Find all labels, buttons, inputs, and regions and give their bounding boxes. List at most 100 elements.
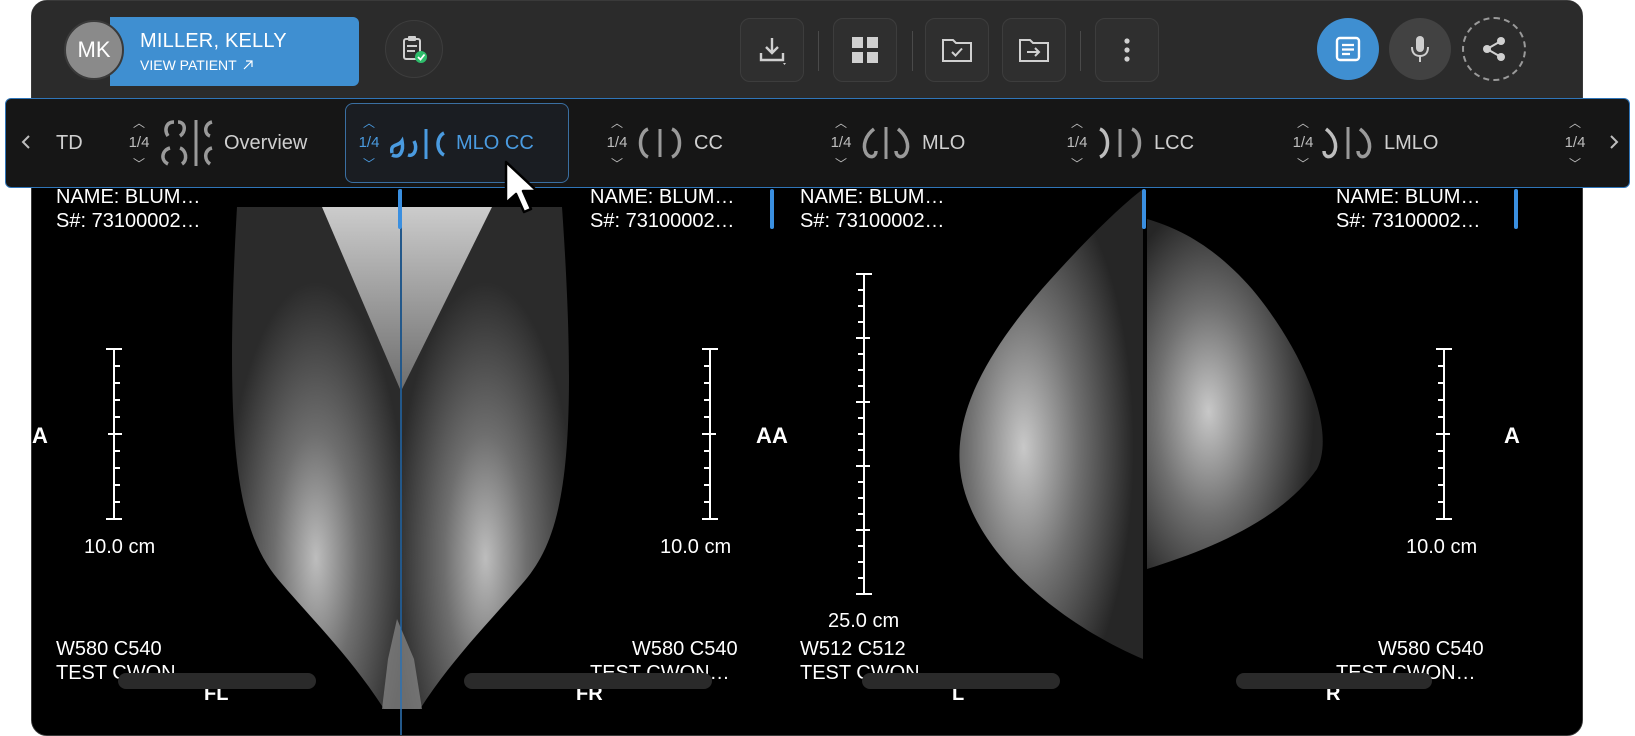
microphone-button[interactable] (1389, 18, 1451, 80)
scale-ruler (106, 348, 122, 520)
chevron-down-icon[interactable]: ﹀ (1297, 155, 1309, 172)
view-stepper[interactable]: ︿ 1/4 ﹀ (352, 99, 386, 187)
pane-patient-name: NAME: BLUM… (56, 186, 201, 208)
frame-scroll-handle[interactable] (1236, 673, 1432, 689)
pane-scale-label: 25.0 cm (828, 610, 900, 632)
frame-scroll-handle[interactable] (862, 673, 1060, 689)
pane-series-number: S#: 73100002… (56, 210, 201, 232)
pane-scrollbar[interactable] (1514, 189, 1518, 229)
microphone-icon (1411, 36, 1429, 62)
view-item-mlo[interactable]: ︿ 1/4 ﹀ MLO (824, 99, 966, 187)
external-link-icon (243, 60, 253, 70)
next-view-button[interactable] (1604, 129, 1624, 155)
pane-window-level: W580 C540 (56, 638, 162, 660)
folder-check-icon (942, 39, 972, 62)
view-stepper[interactable]: ︿ 1/4 ﹀ (1286, 99, 1320, 187)
frame-scroll-handle[interactable] (464, 673, 712, 689)
patient-card[interactable]: MILLER, KELLY VIEW PATIENT (110, 17, 359, 86)
pane-scale-label: 10.0 cm (84, 536, 156, 558)
pane-scale-label: 10.0 cm (660, 536, 732, 558)
download-icon (759, 38, 786, 65)
pane-series-number: S#: 73100002… (1336, 210, 1481, 232)
divider (818, 31, 819, 71)
view-stepper[interactable]: ︿ 1/4 ﹀ (600, 99, 634, 187)
frame-scroll-handle[interactable] (118, 673, 316, 689)
folder-arrow-icon (1019, 39, 1049, 62)
chevron-up-icon[interactable]: ︿ (1071, 114, 1083, 131)
pane-scrollbar[interactable] (770, 189, 774, 229)
view-item-td[interactable]: TD (48, 99, 83, 187)
share-button[interactable] (1462, 17, 1526, 81)
chevron-down-icon[interactable]: ﹀ (363, 155, 375, 172)
lmlo-layout-icon (1322, 127, 1372, 159)
prev-view-button[interactable] (16, 129, 36, 155)
folder-check-button[interactable] (925, 18, 989, 82)
scale-ruler (1436, 348, 1452, 520)
chevron-down-icon[interactable]: ﹀ (611, 155, 623, 172)
report-button[interactable] (1317, 18, 1379, 80)
pane-patient-name: NAME: BLUM… (1336, 186, 1481, 208)
image-viewer[interactable]: NAME: BLUM… S#: 73100002… 10.0 cm W580 C… (32, 186, 1582, 735)
more-button[interactable] (1095, 18, 1159, 82)
pane-window-level: W580 C540 (1378, 638, 1484, 660)
more-vertical-icon (1124, 38, 1130, 62)
clipboard-check-button[interactable] (385, 20, 443, 78)
mlo-cc-layout-icon (389, 129, 446, 159)
chevron-up-icon[interactable]: ︿ (363, 114, 375, 131)
pane-series-number: S#: 73100002… (800, 210, 945, 232)
pane-patient-name: NAME: BLUM… (590, 186, 735, 208)
pane-scrollbar[interactable] (1142, 189, 1146, 229)
chevron-down-icon[interactable]: ﹀ (1071, 155, 1083, 172)
chevron-right-icon (1610, 135, 1619, 149)
share-icon (1483, 37, 1505, 61)
chevron-down-icon[interactable]: ﹀ (1569, 155, 1581, 172)
view-item-lmlo[interactable]: ︿ 1/4 ﹀ LMLO (1286, 99, 1439, 187)
chevron-down-icon[interactable]: ﹀ (835, 155, 847, 172)
mouse-cursor-icon (504, 160, 539, 214)
patient-name: MILLER, KELLY (140, 30, 287, 52)
view-stepper[interactable]: ︿ 1/4 ﹀ (1060, 99, 1094, 187)
pane-orientation-label: A (32, 423, 48, 448)
view-item-lcc[interactable]: ︿ 1/4 ﹀ LCC (1060, 99, 1194, 187)
pane-window-level: W512 C512 (800, 638, 906, 660)
mammogram-r (1147, 219, 1323, 569)
pane-orientation-label: A (772, 423, 788, 448)
view-stepper[interactable]: ︿ 1/4 ﹀ (122, 99, 156, 187)
chevron-up-icon[interactable]: ︿ (611, 114, 623, 131)
pane-series-number: S#: 73100002… (590, 210, 735, 232)
chevron-down-icon[interactable]: ﹀ (133, 155, 145, 172)
hanging-protocol-bar: TD ︿ 1/4 ﹀ Overview ︿ 1/4 ﹀ MLO CC ︿ 1/4… (5, 98, 1630, 188)
divider (912, 31, 913, 71)
grid-layout-icon (852, 37, 878, 63)
chevron-up-icon[interactable]: ︿ (1297, 114, 1309, 131)
mammogram-l (959, 189, 1143, 659)
chevron-up-icon[interactable]: ︿ (133, 114, 145, 131)
clipboard-check-icon (403, 36, 427, 63)
pane-scrollbar[interactable] (398, 189, 402, 229)
top-toolbar: MILLER, KELLY VIEW PATIENT MK (32, 1, 1582, 99)
chevron-up-icon[interactable]: ︿ (1569, 114, 1581, 131)
avatar[interactable]: MK (64, 20, 124, 80)
view-item-overview[interactable]: ︿ 1/4 ﹀ Overview (122, 99, 308, 187)
overview-layout-icon (161, 120, 213, 166)
lcc-layout-icon (1099, 127, 1142, 159)
report-icon (1335, 36, 1361, 62)
folder-arrow-button[interactable] (1002, 18, 1066, 82)
divider (1080, 31, 1081, 71)
view-stepper[interactable]: ︿ 1/4 ﹀ (1558, 99, 1592, 187)
pane-patient-name: NAME: BLUM… (800, 186, 945, 208)
cc-layout-icon (638, 127, 682, 159)
chevron-up-icon[interactable]: ︿ (835, 114, 847, 131)
pane-scale-label: 10.0 cm (1406, 536, 1478, 558)
view-patient-link[interactable]: VIEW PATIENT (140, 57, 359, 73)
pane-window-level: W580 C540 (632, 638, 738, 660)
grid-layout-button[interactable] (833, 18, 897, 82)
pane-orientation-label: A (756, 423, 772, 448)
view-stepper[interactable]: ︿ 1/4 ﹀ (824, 99, 858, 187)
view-item-next-stepper[interactable]: ︿ 1/4 ﹀ (1558, 99, 1592, 187)
download-button[interactable] (740, 18, 804, 82)
scale-ruler (702, 348, 718, 520)
view-item-cc[interactable]: ︿ 1/4 ﹀ CC (600, 99, 723, 187)
chevron-left-icon (21, 135, 30, 149)
mlo-layout-icon (862, 127, 910, 159)
